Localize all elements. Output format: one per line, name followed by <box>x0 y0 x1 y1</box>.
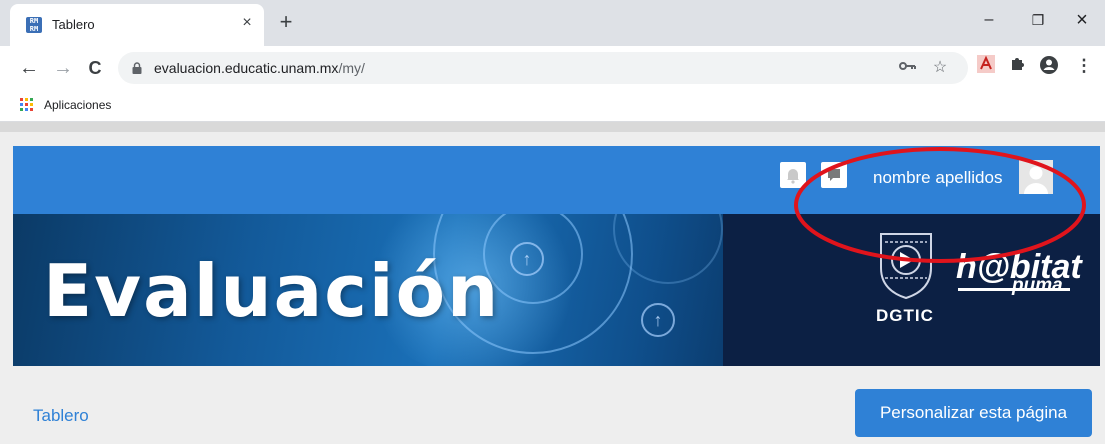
banner-arrow-up-icon: ↑ <box>510 242 544 276</box>
user-menu-name[interactable]: nombre apellidos <box>873 168 1002 188</box>
new-tab-icon[interactable]: + <box>275 11 297 33</box>
profile-icon[interactable] <box>1038 55 1060 77</box>
apps-grid-icon[interactable] <box>20 98 34 112</box>
user-avatar[interactable] <box>1019 160 1053 194</box>
banner-title: Evaluación <box>43 249 501 333</box>
window-close-icon[interactable]: × <box>1068 8 1096 32</box>
puzzle-extensions-icon[interactable] <box>1007 55 1029 77</box>
habitat-logo-subtext: puma <box>1012 275 1063 296</box>
tab-close-icon[interactable]: × <box>238 14 256 32</box>
browser-tab-strip: RM RM Tablero × + – ❐ × <box>0 0 1105 46</box>
forward-icon[interactable]: → <box>50 55 76 81</box>
notifications-bell-icon[interactable] <box>780 162 806 188</box>
browser-tab[interactable]: RM RM Tablero × <box>10 4 264 46</box>
url-text[interactable]: evaluacion.educatic.unam.mx/my/ <box>154 60 365 76</box>
url-path: /my/ <box>338 60 365 76</box>
browser-toolbar: ← → C evaluacion.educatic.unam.mx/my/ ☆ … <box>0 46 1105 90</box>
moodle-favicon-icon: RM RM <box>26 17 42 33</box>
unam-crest-icon <box>880 233 932 300</box>
reload-icon[interactable]: C <box>82 55 108 81</box>
back-icon[interactable]: ← <box>16 55 42 81</box>
bookmark-apps-label[interactable]: Aplicaciones <box>44 98 111 112</box>
top-navbar: nombre apellidos <box>13 146 1100 214</box>
chrome-separator <box>0 122 1105 132</box>
lock-icon[interactable] <box>132 62 142 74</box>
dgtic-logo-text: DGTIC <box>876 306 934 325</box>
banner-arrow-up-icon-2: ↑ <box>641 303 675 337</box>
tab-title: Tablero <box>52 17 95 32</box>
star-icon[interactable]: ☆ <box>930 58 950 78</box>
moodle-page: nombre apellidos ↑ ↑ Evaluación DGTIC h@… <box>0 132 1105 444</box>
key-icon[interactable] <box>898 58 918 78</box>
breadcrumb-tablero[interactable]: Tablero <box>33 406 89 426</box>
menu-kebab-icon[interactable]: ⋮ <box>1073 55 1095 77</box>
customize-page-button[interactable]: Personalizar esta página <box>855 389 1092 437</box>
acrobat-extension-icon[interactable] <box>975 55 997 77</box>
url-domain: evaluacion.educatic.unam.mx <box>154 60 339 76</box>
messages-icon[interactable] <box>821 162 847 188</box>
bookmarks-bar: Aplicaciones <box>0 90 1105 122</box>
restore-icon[interactable]: ❐ <box>1024 8 1052 32</box>
address-bar[interactable]: evaluacion.educatic.unam.mx/my/ ☆ <box>118 52 968 84</box>
minimize-icon[interactable]: – <box>975 8 1003 32</box>
